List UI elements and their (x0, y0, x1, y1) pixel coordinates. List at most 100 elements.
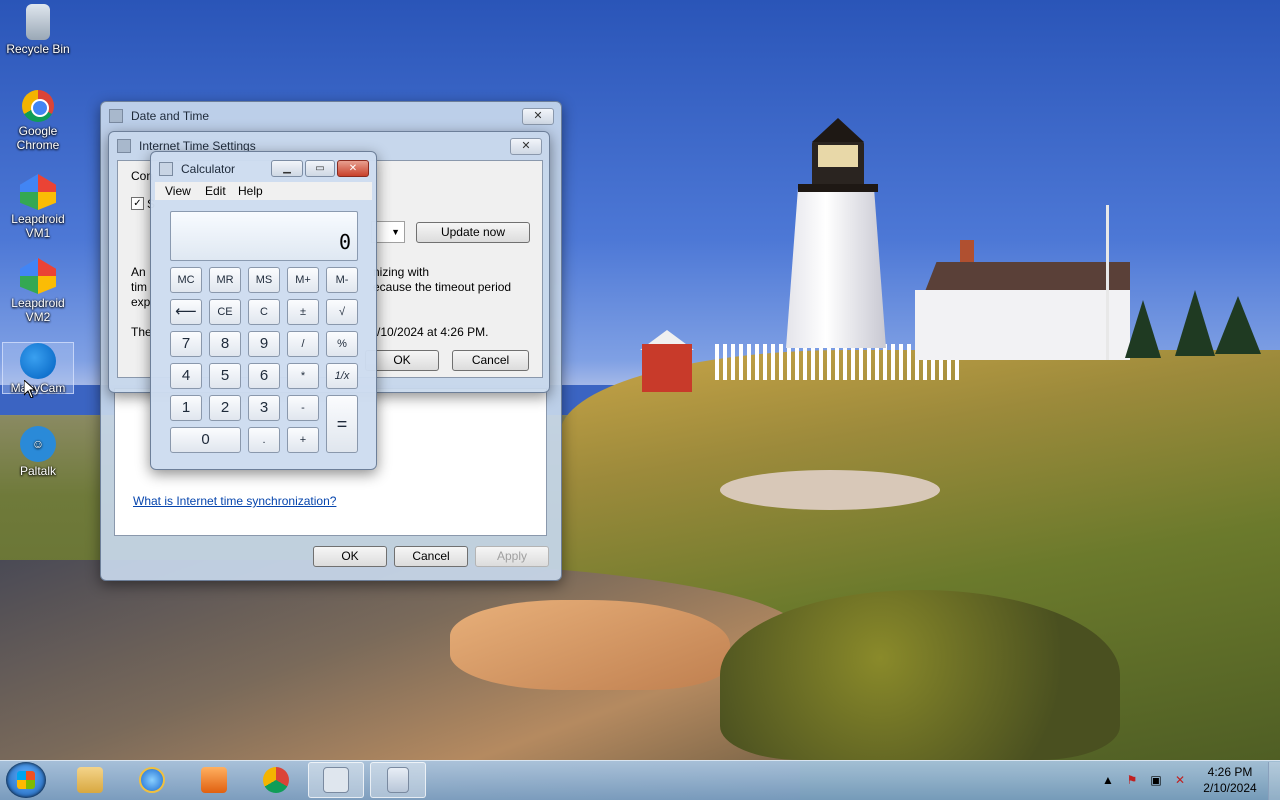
internet-time-help-link[interactable]: What is Internet time synchronization? (133, 494, 336, 508)
error-text-prefix: An (131, 265, 146, 279)
desktop-icon-label: Google Chrome (16, 124, 60, 152)
wallpaper-flagpole (1106, 205, 1109, 360)
menu-view[interactable]: View (165, 184, 191, 198)
digit-2-button[interactable]: 2 (209, 395, 241, 421)
wallpaper-tree (1215, 296, 1261, 354)
cancel-button[interactable]: Cancel (452, 350, 529, 371)
backspace-button[interactable]: ⟵ (170, 299, 202, 325)
close-button[interactable]: ✕ (522, 108, 554, 125)
divide-button[interactable]: / (287, 331, 319, 357)
display-value: 0 (338, 230, 351, 254)
negate-button[interactable]: ± (287, 299, 319, 325)
synchronize-checkbox[interactable]: ✓ (131, 197, 144, 210)
reciprocal-button[interactable]: 1/x (326, 363, 358, 389)
show-hidden-icons-icon[interactable]: ▲ (1100, 772, 1116, 788)
minimize-button[interactable]: ▁ (271, 160, 303, 177)
calculator-icon (387, 767, 409, 793)
maximize-icon: ▭ (315, 163, 325, 174)
wallpaper-rock (720, 470, 940, 510)
memory-recall-button[interactable]: MR (209, 267, 241, 293)
update-now-button[interactable]: Update now (416, 222, 530, 243)
cancel-button[interactable]: Cancel (394, 546, 468, 567)
close-button[interactable]: ✕ (510, 138, 542, 155)
desktop-icon-leapdroid-vm1[interactable]: Leapdroid VM1 (2, 174, 74, 240)
calculator-menu-bar: View Edit Help (155, 182, 372, 200)
sync-status-text: /10/2024 at 4:26 PM. (377, 325, 489, 339)
maximize-button[interactable]: ▭ (305, 160, 335, 177)
digit-6-button[interactable]: 6 (248, 363, 280, 389)
file-explorer-icon (77, 767, 103, 793)
chrome-icon (22, 90, 54, 122)
date-time-icon (323, 767, 349, 793)
digit-3-button[interactable]: 3 (248, 395, 280, 421)
menu-edit[interactable]: Edit (205, 184, 226, 198)
clear-button[interactable]: C (248, 299, 280, 325)
desktop-icon-recycle-bin[interactable]: Recycle Bin (2, 4, 74, 56)
memory-subtract-button[interactable]: M- (326, 267, 358, 293)
chevron-down-icon: ▼ (391, 227, 400, 237)
taskbar-chrome[interactable] (248, 762, 304, 798)
desktop-icon-label: Recycle Bin (6, 42, 70, 56)
minimize-icon: ▁ (283, 163, 291, 174)
window-title: Date and Time (131, 109, 210, 123)
digit-0-button[interactable]: 0 (170, 427, 241, 453)
memory-store-button[interactable]: MS (248, 267, 280, 293)
taskbar-media-player[interactable] (186, 762, 242, 798)
percent-button[interactable]: % (326, 331, 358, 357)
date-time-titlebar[interactable]: Date and Time (101, 102, 561, 130)
desktop-icon-label: Leapdroid VM2 (11, 296, 65, 324)
error-text-prefix: exp (131, 295, 151, 309)
paltalk-icon: ☺ (20, 426, 56, 462)
digit-7-button[interactable]: 7 (170, 331, 202, 357)
wallpaper-lighthouse-cap (812, 118, 864, 142)
desktop-icon-label: Paltalk (19, 464, 57, 478)
digit-1-button[interactable]: 1 (170, 395, 202, 421)
close-button[interactable]: ✕ (337, 160, 369, 177)
desktop-icon-paltalk[interactable]: ☺ Paltalk (2, 426, 74, 478)
wallpaper-lantern-glass (818, 145, 858, 167)
start-button[interactable] (6, 762, 46, 798)
digit-5-button[interactable]: 5 (209, 363, 241, 389)
calculator-window[interactable]: Calculator ▁ ▭ ✕ View Edit Help 0 MC MR … (150, 151, 377, 470)
decimal-button[interactable]: . (248, 427, 280, 453)
memory-clear-button[interactable]: MC (170, 267, 202, 293)
square-root-button[interactable]: √ (326, 299, 358, 325)
leapdroid-icon (20, 258, 56, 294)
desktop-icon-google-chrome[interactable]: Google Chrome (2, 90, 74, 152)
digit-4-button[interactable]: 4 (170, 363, 202, 389)
taskbar-calculator[interactable] (370, 762, 426, 798)
wallpaper-shrub (720, 590, 1120, 760)
taskbar-internet-explorer[interactable] (124, 762, 180, 798)
wallpaper-tree (1125, 300, 1161, 358)
network-icon[interactable]: ▣ (1148, 772, 1164, 788)
equals-button[interactable]: = (326, 395, 358, 453)
system-clock[interactable]: 4:26 PM 2/10/2024 (1196, 764, 1264, 796)
add-button[interactable]: + (287, 427, 319, 453)
desktop-icon-leapdroid-vm2[interactable]: Leapdroid VM2 (2, 258, 74, 324)
taskbar-date-time[interactable] (308, 762, 364, 798)
ok-button[interactable]: OK (313, 546, 387, 567)
menu-help[interactable]: Help (238, 184, 263, 198)
action-center-icon[interactable]: ⚑ (1124, 772, 1140, 788)
memory-add-button[interactable]: M+ (287, 267, 319, 293)
apply-button[interactable]: Apply (475, 546, 549, 567)
multiply-button[interactable]: * (287, 363, 319, 389)
error-text-suffix: ecause the timeout period (373, 280, 512, 294)
desktop-icon-manycam[interactable]: ManyCam (2, 342, 74, 395)
manycam-icon (20, 343, 56, 379)
subtract-button[interactable]: - (287, 395, 319, 421)
digit-9-button[interactable]: 9 (248, 331, 280, 357)
wallpaper-house (915, 290, 1130, 360)
volume-icon[interactable]: ✕ (1172, 772, 1188, 788)
clear-entry-button[interactable]: CE (209, 299, 241, 325)
taskbar-file-explorer[interactable] (62, 762, 118, 798)
clock-time: 4:26 PM (1207, 765, 1253, 779)
show-desktop-button[interactable] (1268, 762, 1280, 800)
digit-8-button[interactable]: 8 (209, 331, 241, 357)
internet-explorer-icon (139, 767, 165, 793)
calculator-display: 0 (170, 211, 358, 261)
wallpaper-shed (642, 344, 692, 392)
window-title: Calculator (181, 162, 236, 176)
chrome-icon (263, 767, 289, 793)
error-text-prefix: tim (131, 280, 147, 294)
